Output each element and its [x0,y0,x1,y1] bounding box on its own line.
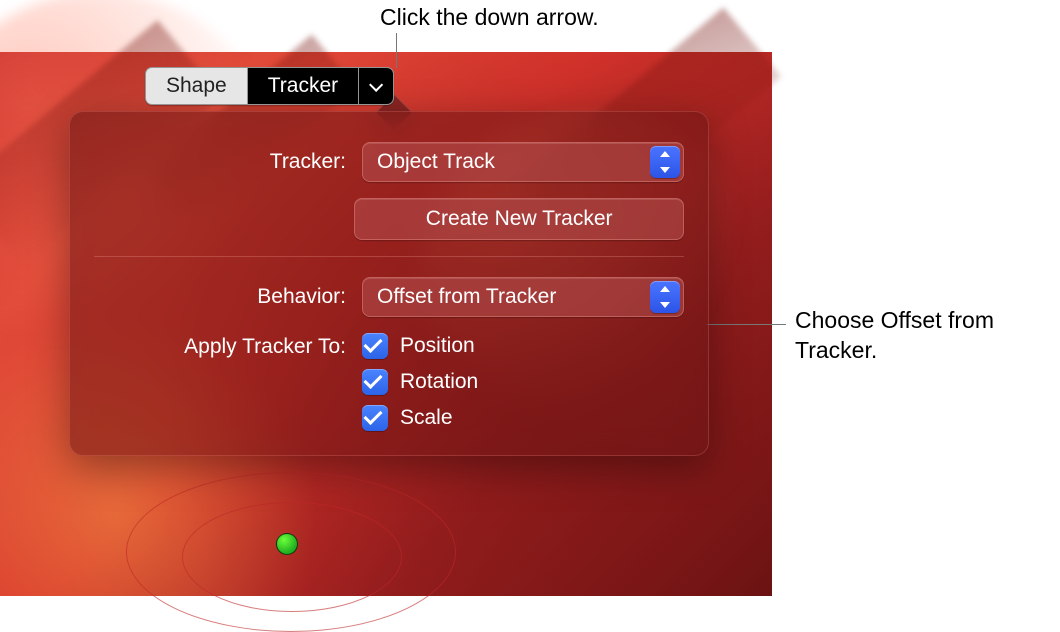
apply-to-checks: Position Rotation Scale [362,333,478,431]
up-down-icon [650,146,680,178]
checkbox-position[interactable] [362,333,388,359]
behavior-popup-value: Offset from Tracker [377,285,556,309]
segment-tracker[interactable]: Tracker [248,68,358,104]
checkbox-label: Rotation [400,370,478,394]
checkbox-label: Scale [400,406,453,430]
up-down-icon [650,281,680,313]
separator [94,256,684,257]
hud-segmented-control: Shape Tracker [145,67,394,105]
apply-to-label: Apply Tracker To: [94,333,362,359]
check-row-scale: Scale [362,405,478,431]
segment-disclosure-button[interactable] [359,68,393,104]
create-tracker-row: Create New Tracker [94,198,684,240]
check-row-position: Position [362,333,478,359]
tracker-row: Tracker: Object Track [94,142,684,182]
tracker-popover: Tracker: Object Track Create New Tracker… [69,111,709,456]
create-new-tracker-button[interactable]: Create New Tracker [354,198,684,240]
callout-top: Click the down arrow. [380,3,599,33]
callout-line [706,324,786,325]
tracker-handle[interactable] [276,533,298,555]
behavior-popup-button[interactable]: Offset from Tracker [362,277,684,317]
chevron-down-icon [369,78,383,92]
behavior-popup[interactable]: Offset from Tracker [362,277,684,317]
behavior-label: Behavior: [94,285,362,309]
segment-shape[interactable]: Shape [146,68,247,104]
checkbox-rotation[interactable] [362,369,388,395]
callout-line [396,33,397,68]
behavior-row: Behavior: Offset from Tracker [94,277,684,317]
check-row-rotation: Rotation [362,369,478,395]
checkbox-scale[interactable] [362,405,388,431]
checkbox-label: Position [400,334,475,358]
button-label: Create New Tracker [426,207,613,231]
callout-right: Choose Offset from Tracker. [795,306,1025,366]
tracker-label: Tracker: [94,150,362,174]
apply-to-row: Apply Tracker To: Position Rotation Scal… [94,333,684,431]
segment-label: Tracker [268,74,338,97]
segment-label: Shape [166,74,227,97]
tracker-popup[interactable]: Object Track [362,142,684,182]
tracker-popup-button[interactable]: Object Track [362,142,684,182]
tracker-popup-value: Object Track [377,150,495,174]
